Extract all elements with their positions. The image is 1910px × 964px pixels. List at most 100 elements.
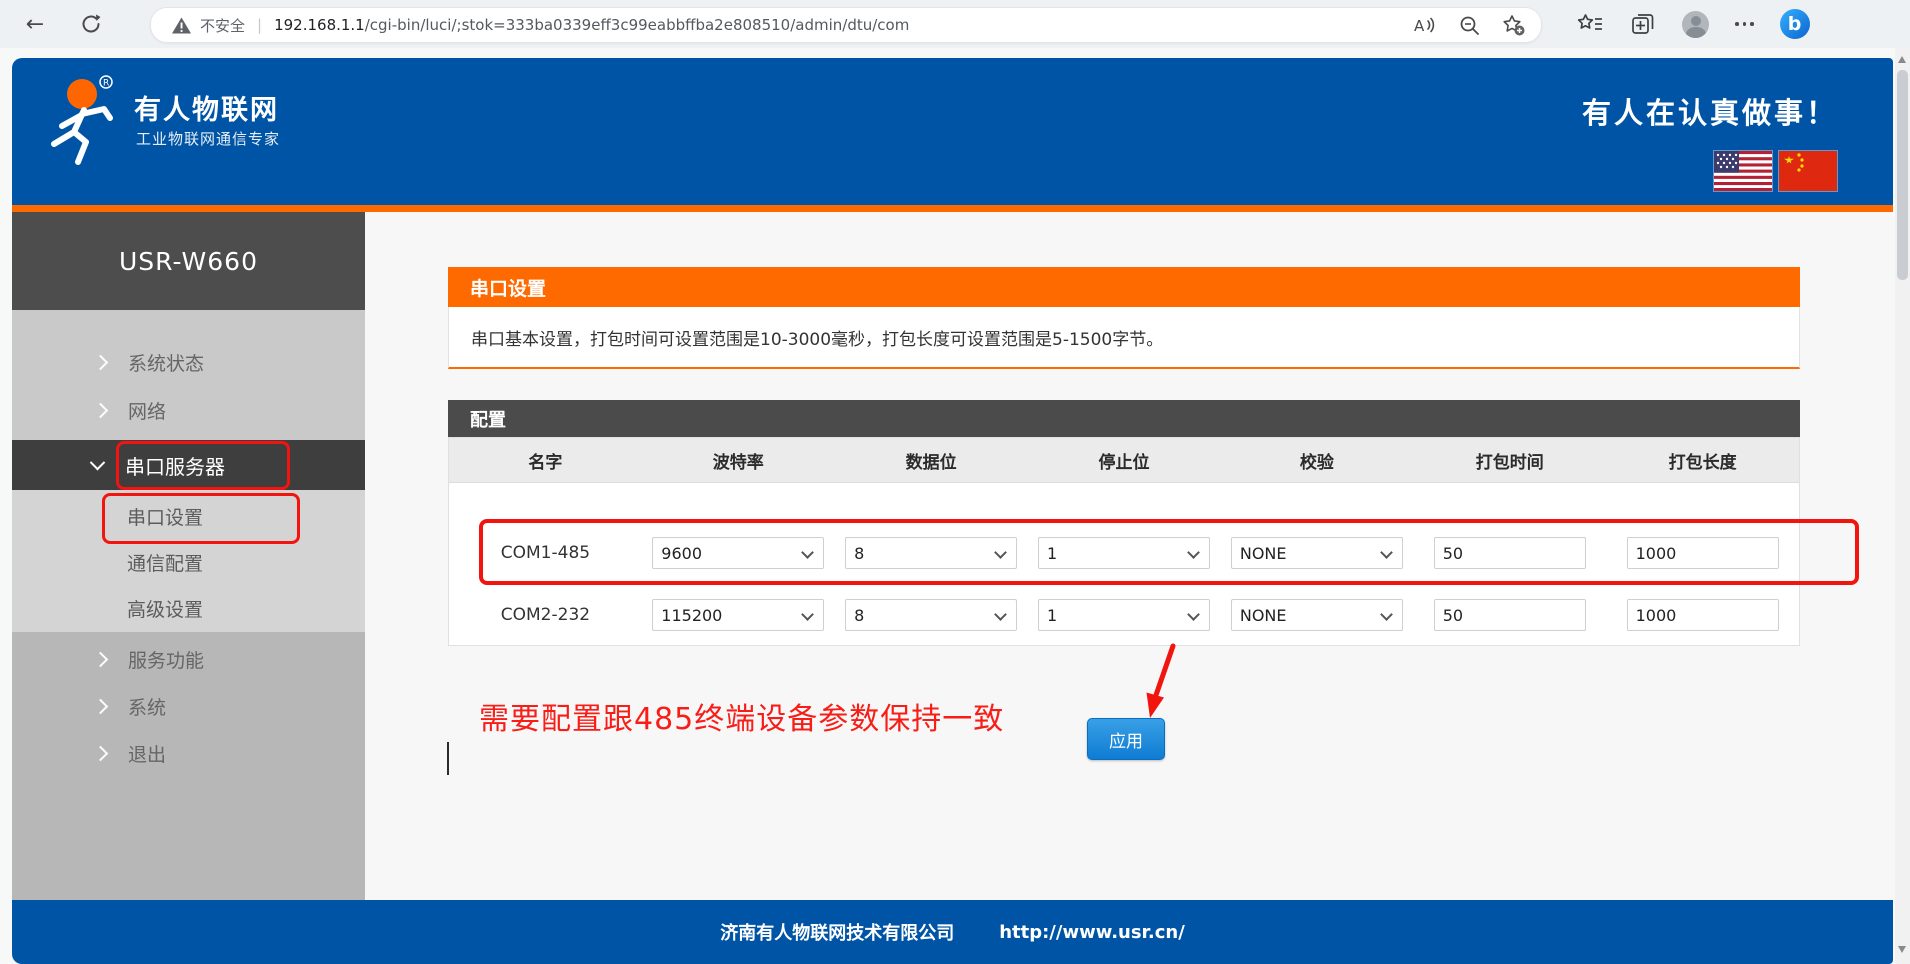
footer-website-link[interactable]: http://www.usr.cn/	[999, 922, 1185, 943]
address-bar[interactable]: 不安全 | 192.168.1.1/cgi-bin/luci/;stok=333…	[150, 7, 1542, 43]
chevron-down-icon: 1	[1038, 537, 1210, 569]
section-title-bar: 串口设置	[448, 267, 1800, 307]
apply-button-label: 应用	[1109, 727, 1143, 752]
footer-company: 济南有人物联网技术有限公司	[720, 919, 954, 945]
annotation-text: 需要配置跟485终端设备参数保持一致	[479, 694, 1004, 738]
chevron-right-icon	[93, 699, 109, 715]
scrollbar[interactable]	[1895, 48, 1910, 964]
svg-text:A: A	[1414, 17, 1425, 35]
sidebar-item-label: 系统状态	[128, 349, 204, 376]
sidebar-item-label: 高级设置	[127, 595, 203, 622]
stopbits-select-com2[interactable]: 1	[1038, 599, 1210, 631]
site-header: R 有人物联网 工业物联网通信专家 有人在认真做事！	[12, 58, 1893, 205]
scroll-down-icon[interactable]	[1898, 946, 1906, 953]
sidebar-section-submenu: 串口设置 通信配置 高级设置	[12, 490, 365, 632]
sidebar-item-system[interactable]: 系统	[12, 683, 365, 730]
sidebar-item-label: 系统	[128, 693, 166, 720]
chevron-down-icon: 8	[845, 599, 1017, 631]
add-favorite-icon[interactable]	[1502, 14, 1525, 36]
profile-avatar[interactable]	[1682, 11, 1709, 38]
brand-subtitle: 工业物联网通信专家	[136, 128, 280, 149]
serial-config-table: 名字 波特率 数据位 停止位 校验 打包时间 打包长度 COM1-485 960…	[448, 437, 1800, 646]
sidebar-item-logout[interactable]: 退出	[12, 730, 365, 777]
sidebar-subitem-advanced-settings[interactable]: 高级设置	[12, 585, 365, 631]
text-cursor	[447, 742, 449, 775]
section-description-box: 串口基本设置，打包时间可设置范围是10-3000毫秒，打包长度可设置范围是5-1…	[448, 307, 1800, 369]
chevron-down-icon: 9600	[652, 537, 824, 569]
sidebar-item-label: 服务功能	[128, 646, 204, 673]
refresh-icon[interactable]	[74, 7, 108, 41]
scroll-up-icon[interactable]	[1898, 56, 1906, 63]
parity-select-com2[interactable]: NONE	[1231, 599, 1403, 631]
packlength-input-com1[interactable]	[1627, 537, 1779, 569]
databits-select-com2[interactable]: 8	[845, 599, 1017, 631]
config-title-bar: 配置	[448, 400, 1800, 437]
col-header-baud: 波特率	[642, 438, 835, 482]
settings-menu-icon[interactable]	[1735, 22, 1754, 26]
screen: ← 不安全 | 192.168.1.1/cgi-bin/luci/;stok=3…	[0, 0, 1910, 964]
col-header-packlength: 打包长度	[1606, 438, 1799, 482]
sidebar-item-label: 退出	[128, 740, 166, 767]
packtime-input-com1[interactable]	[1434, 537, 1586, 569]
device-model: USR-W660	[12, 212, 365, 310]
sidebar-item-label: 通信配置	[127, 549, 203, 576]
chevron-down-icon: 115200	[652, 599, 824, 631]
parity-select-com1[interactable]: NONE	[1231, 537, 1403, 569]
baud-select-com2[interactable]: 115200	[652, 599, 824, 631]
browser-toolbar: ← 不安全 | 192.168.1.1/cgi-bin/luci/;stok=3…	[0, 0, 1910, 49]
sidebar: USR-W660 系统状态 网络 串口服务器 串口设置 通信配置 高级设置	[12, 212, 365, 900]
config-title: 配置	[470, 406, 506, 432]
chevron-down-icon: NONE	[1231, 599, 1403, 631]
favorites-icon[interactable]	[1576, 12, 1604, 36]
databits-select-com1[interactable]: 8	[845, 537, 1017, 569]
url-path: /cgi-bin/luci/;stok=333ba0339eff3c99eabb…	[365, 16, 910, 34]
header-accent-strip	[12, 205, 1893, 212]
zoom-out-icon[interactable]	[1459, 15, 1480, 36]
table-row-com1: COM1-485 9600 8 1 NONE	[449, 522, 1799, 584]
header-slogan: 有人在认真做事！	[1582, 90, 1838, 132]
chevron-right-icon	[93, 402, 109, 418]
packtime-input-com2[interactable]	[1434, 599, 1586, 631]
sidebar-item-network[interactable]: 网络	[12, 386, 365, 434]
section-description: 串口基本设置，打包时间可设置范围是10-3000毫秒，打包长度可设置范围是5-1…	[471, 325, 1163, 350]
main-content: 串口设置 串口基本设置，打包时间可设置范围是10-3000毫秒，打包长度可设置范…	[365, 212, 1893, 900]
cn-flag-icon[interactable]	[1778, 150, 1838, 192]
read-aloud-icon[interactable]: A	[1413, 15, 1437, 35]
sidebar-item-label: 串口服务器	[125, 451, 225, 480]
col-header-packtime: 打包时间	[1413, 438, 1606, 482]
table-header-row: 名字 波特率 数据位 停止位 校验 打包时间 打包长度	[449, 438, 1799, 483]
sidebar-subitem-comm-config[interactable]: 通信配置	[12, 539, 365, 585]
chevron-right-icon	[93, 652, 109, 668]
sidebar-item-serial-server[interactable]: 串口服务器	[12, 440, 365, 490]
sidebar-item-system-status[interactable]: 系统状态	[12, 310, 365, 386]
url-text[interactable]: 192.168.1.1/cgi-bin/luci/;stok=333ba0339…	[274, 16, 909, 34]
svg-text:R: R	[103, 79, 109, 89]
table-spacer	[449, 483, 1799, 522]
chevron-down-icon: 8	[845, 537, 1017, 569]
col-header-stopbits: 停止位	[1028, 438, 1221, 482]
port-name: COM2-232	[449, 605, 642, 625]
section-title: 串口设置	[470, 274, 546, 301]
col-header-name: 名字	[449, 438, 642, 482]
bing-chat-icon[interactable]: b	[1780, 9, 1810, 39]
chevron-right-icon	[93, 354, 109, 370]
sidebar-section-bottom: 服务功能 系统 退出	[12, 632, 365, 900]
brand-title: 有人物联网	[134, 88, 279, 127]
sidebar-subitem-serial-settings[interactable]: 串口设置	[12, 490, 365, 539]
chevron-right-icon	[93, 746, 109, 762]
col-header-databits: 数据位	[835, 438, 1028, 482]
packlength-input-com2[interactable]	[1627, 599, 1779, 631]
sidebar-item-services[interactable]: 服务功能	[12, 632, 365, 683]
baud-select-com1[interactable]: 9600	[652, 537, 824, 569]
stopbits-select-com1[interactable]: 1	[1038, 537, 1210, 569]
port-name: COM1-485	[449, 543, 642, 563]
url-divider: |	[257, 16, 262, 34]
site-footer: 济南有人物联网技术有限公司 http://www.usr.cn/	[12, 900, 1893, 964]
collections-icon[interactable]	[1630, 11, 1656, 37]
back-icon[interactable]: ←	[18, 7, 52, 41]
chevron-down-icon: NONE	[1231, 537, 1403, 569]
scrollbar-thumb[interactable]	[1897, 70, 1908, 280]
security-label[interactable]: 不安全	[200, 15, 245, 36]
chevron-down-icon: 1	[1038, 599, 1210, 631]
us-flag-icon[interactable]	[1713, 150, 1773, 192]
